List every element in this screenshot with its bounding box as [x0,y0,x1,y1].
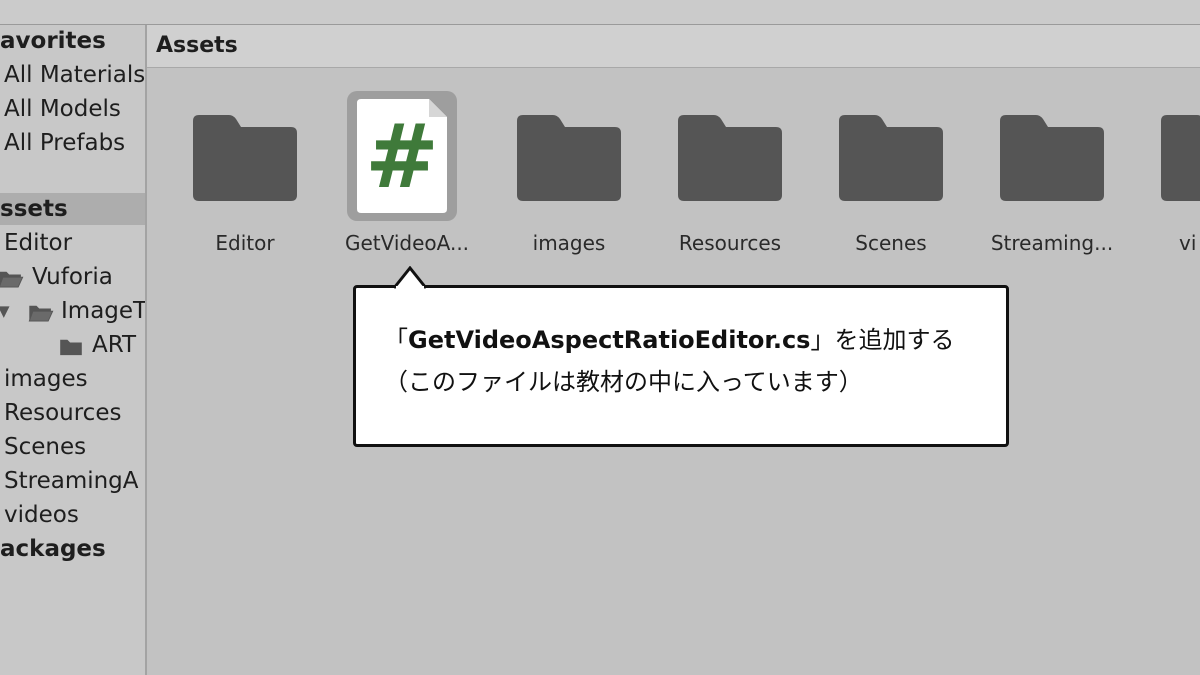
folder-icon [1000,115,1104,201]
sidebar-item-all-materials[interactable]: All Materials [0,59,145,91]
sidebar-item-vuforia[interactable]: Vuforia [0,261,145,293]
sidebar-item-streamingassets[interactable]: StreamingA [0,465,145,497]
favorites-header[interactable]: avorites [0,25,145,57]
asset-label: GetVideoA... [344,231,470,255]
sidebar-item-label: Scenes [4,434,87,460]
sidebar-item-label: Editor [4,230,73,256]
sidebar-item-all-models[interactable]: All Models [0,93,145,125]
favorites-header-label: avorites [0,28,106,54]
asset-item-videos[interactable]: vi [1139,91,1200,261]
assets-header[interactable]: ssets [0,193,145,225]
asset-label: Scenes [855,231,927,255]
folder-icon [60,339,82,356]
sidebar-item-label: Resources [4,400,122,426]
asset-label: Resources [678,231,782,255]
assets-panel-header: Assets [147,25,1200,68]
folder-icon [678,115,782,201]
folder-icon [517,115,621,201]
sidebar-item-resources[interactable]: Resources [0,397,145,429]
expand-triangle-icon[interactable]: ▼ [0,301,14,321]
folder-icon [193,115,297,201]
asset-item-editor[interactable]: Editor [171,91,319,261]
sidebar-item-label: All Materials [4,62,146,88]
sidebar-item-label: videos [4,502,79,528]
packages-header-label: ackages [0,536,106,562]
sidebar-item-imaget[interactable]: ▼ ImageT [0,295,145,327]
folder-icon [1161,115,1200,201]
assets-header-label: ssets [0,196,68,222]
asset-item-resources[interactable]: Resources [656,91,804,261]
asset-item-scenes[interactable]: Scenes [817,91,965,261]
script-hash-symbol: # [365,105,439,208]
sidebar-item-label: Vuforia [32,264,113,290]
asset-item-images[interactable]: images [495,91,643,261]
sidebar-item-label: All Prefabs [4,130,126,156]
sidebar-item-label: All Models [4,96,121,122]
sidebar-item-editor[interactable]: Editor [0,227,145,259]
callout-close-text: 」を追加する [810,326,955,354]
sidebar-item-scenes[interactable]: Scenes [0,431,145,463]
open-folder-icon [28,305,54,322]
sidebar-item-images[interactable]: images [0,363,145,395]
sidebar-item-label: ART [92,332,137,358]
sidebar-item-videos[interactable]: videos [0,499,145,531]
instruction-callout: 「GetVideoAspectRatioEditor.cs」を追加する （このフ… [353,285,1009,447]
asset-label: Streaming... [990,231,1114,255]
sidebar-item-all-prefabs[interactable]: All Prefabs [0,127,145,159]
packages-header[interactable]: ackages [0,533,145,565]
asset-label: images [532,231,606,255]
asset-label: Editor [215,231,275,255]
sidebar-item-art[interactable]: ART [0,329,145,361]
callout-open-bracket: 「 [384,326,408,354]
sidebar-item-label: ImageT [61,298,147,324]
asset-item-getvideoaspectratioeditor[interactable]: # GetVideoA... [333,91,481,261]
asset-label: vi [1179,231,1197,255]
sidebar-item-label: images [4,366,88,392]
sidebar-item-label: StreamingA [4,468,139,494]
callout-line-1: 「GetVideoAspectRatioEditor.cs」を追加する [384,324,954,356]
callout-pointer [392,266,428,290]
top-toolbar [0,0,1200,25]
callout-line-2: （このファイルは教材の中に入っています） [384,368,863,396]
callout-filename: GetVideoAspectRatioEditor.cs [408,326,811,354]
folder-icon [839,115,943,201]
page-title: Assets [156,33,238,58]
project-sidebar: avorites All Materials All Models All Pr… [0,25,147,675]
asset-item-streamingassets[interactable]: Streaming... [978,91,1126,261]
open-folder-icon [0,271,24,288]
